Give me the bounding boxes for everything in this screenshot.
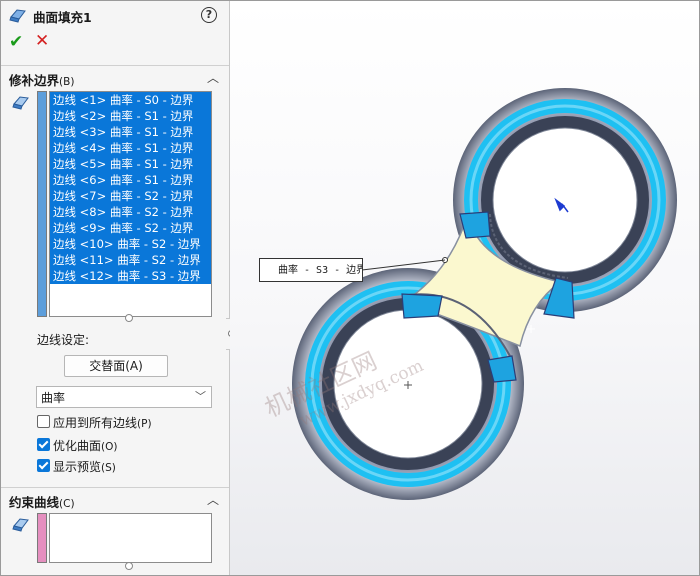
curve-selection-icon bbox=[12, 518, 29, 532]
show-preview-label: 显示预览(S) bbox=[53, 460, 116, 474]
constraint-curves-title: 约束曲线(C) bbox=[9, 495, 75, 510]
edge-condition-select[interactable]: 曲率 ﹀ bbox=[36, 386, 212, 408]
chevron-up-icon[interactable]: ︿ bbox=[207, 69, 219, 86]
blend-face bbox=[459, 211, 491, 239]
property-manager: 曲面填充1 ? ✔ ✕ 修补边界(B) ︿ 边线 <1> 曲率 - S0 - 边… bbox=[1, 1, 230, 575]
edge-callout[interactable]: 曲率 - S3 - 边界 bbox=[259, 258, 363, 282]
patch-boundary-list[interactable]: 边线 <1> 曲率 - S0 - 边界 边线 <2> 曲率 - S1 - 边界 … bbox=[49, 91, 212, 317]
patch-boundary-title: 修补边界(B) bbox=[9, 73, 75, 88]
chevron-down-icon: ﹀ bbox=[195, 390, 206, 403]
list-resize-handle[interactable] bbox=[125, 562, 133, 570]
boundary-selection-stripe bbox=[37, 91, 47, 317]
edge-selection-icon bbox=[12, 96, 29, 110]
feature-title: 曲面填充1 bbox=[33, 10, 92, 25]
list-item[interactable]: 边线 <11> 曲率 - S2 - 边界 bbox=[50, 252, 211, 268]
curve-selection-stripe bbox=[37, 513, 47, 563]
feature-title-bar: 曲面填充1 ? bbox=[1, 1, 229, 29]
fill-surface-icon bbox=[9, 9, 26, 23]
list-item[interactable]: 边线 <9> 曲率 - S2 - 边界 bbox=[50, 220, 211, 236]
blend-face bbox=[401, 293, 443, 319]
optimize-surface-label: 优化曲面(O) bbox=[53, 439, 118, 453]
patch-boundary-header[interactable]: 修补边界(B) ︿ bbox=[1, 65, 229, 88]
cancel-button[interactable]: ✕ bbox=[35, 33, 49, 50]
model-preview bbox=[292, 88, 677, 500]
edge-settings-label: 边线设定: bbox=[37, 333, 90, 347]
graphics-viewport[interactable] bbox=[230, 1, 699, 575]
checkbox-box[interactable] bbox=[37, 415, 50, 428]
list-item[interactable]: 边线 <12> 曲率 - S3 - 边界 bbox=[50, 268, 211, 284]
upper-torus-hole bbox=[492, 127, 638, 273]
constraint-curves-list[interactable] bbox=[49, 513, 212, 563]
checkbox-box[interactable] bbox=[37, 438, 50, 451]
list-item[interactable]: 边线 <2> 曲率 - S1 - 边界 bbox=[50, 108, 211, 124]
help-icon[interactable]: ? bbox=[201, 7, 217, 23]
constraint-curves-header[interactable]: 约束曲线(C) ︿ bbox=[1, 487, 229, 510]
list-item[interactable]: 边线 <10> 曲率 - S2 - 边界 bbox=[50, 236, 211, 252]
list-item[interactable]: 边线 <8> 曲率 - S2 - 边界 bbox=[50, 204, 211, 220]
list-item[interactable]: 边线 <7> 曲率 - S2 - 边界 bbox=[50, 188, 211, 204]
list-item[interactable]: 边线 <6> 曲率 - S1 - 边界 bbox=[50, 172, 211, 188]
list-item[interactable]: 边线 <5> 曲率 - S1 - 边界 bbox=[50, 156, 211, 172]
list-item[interactable]: 边线 <1> 曲率 - S0 - 边界 bbox=[50, 92, 211, 108]
edge-condition-value: 曲率 bbox=[41, 391, 66, 405]
alternate-face-button[interactable]: 交替面(A) bbox=[64, 355, 168, 377]
ok-button[interactable]: ✔ bbox=[9, 34, 23, 51]
apply-all-edges-label: 应用到所有边线(P) bbox=[53, 416, 152, 430]
checkbox-box[interactable] bbox=[37, 459, 50, 472]
list-item[interactable]: 边线 <3> 曲率 - S1 - 边界 bbox=[50, 124, 211, 140]
chevron-up-icon[interactable]: ︿ bbox=[207, 491, 219, 508]
list-item[interactable]: 边线 <4> 曲率 - S1 - 边界 bbox=[50, 140, 211, 156]
list-resize-handle[interactable] bbox=[125, 314, 133, 322]
